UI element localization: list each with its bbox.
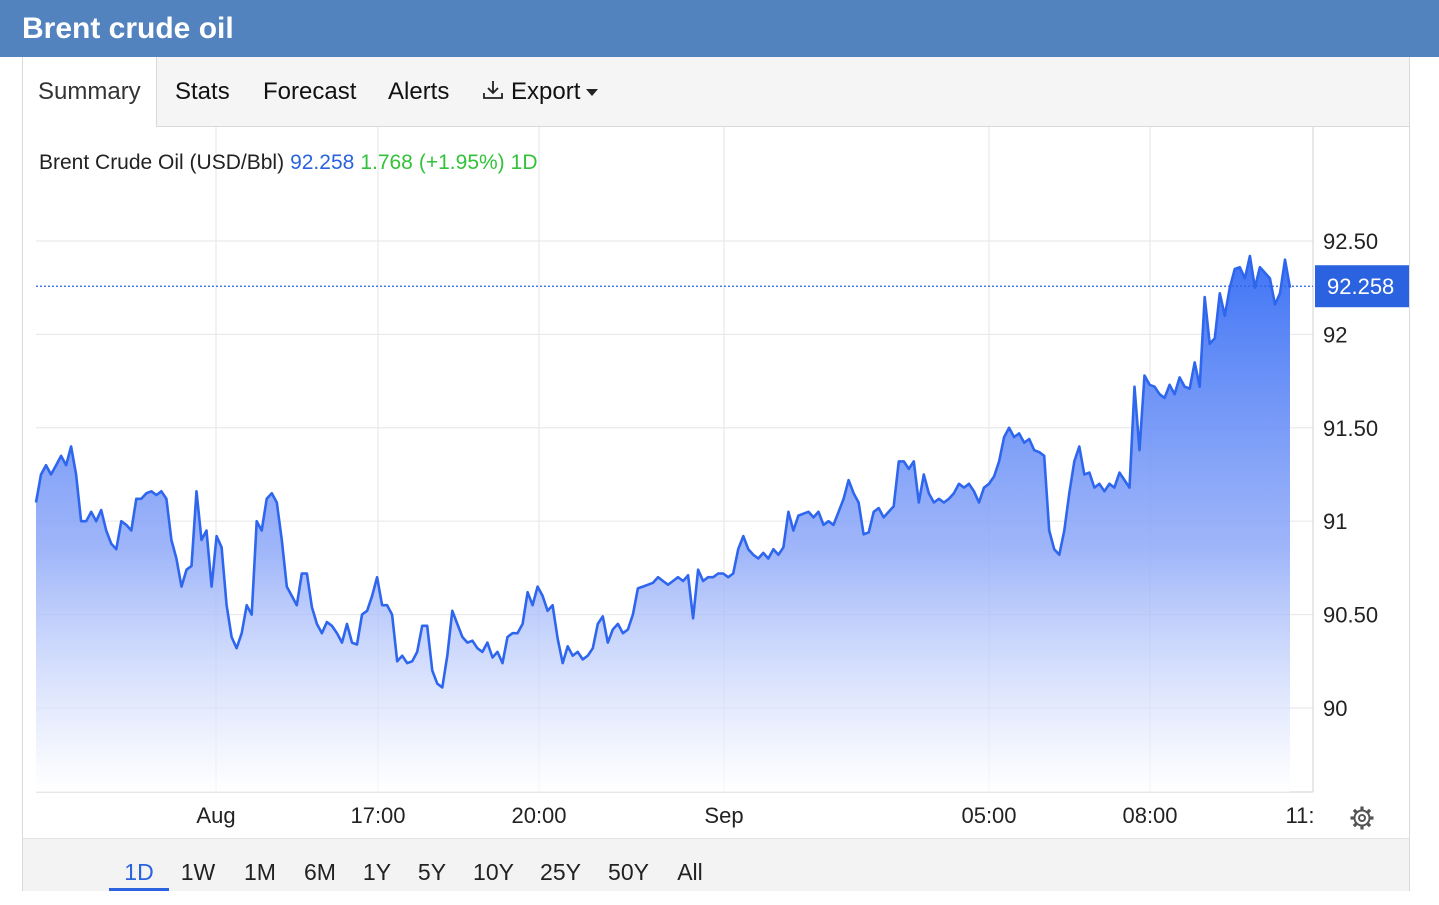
range-25y[interactable]: 25Y bbox=[538, 839, 583, 891]
range-1d[interactable]: 1D bbox=[109, 839, 169, 891]
x-tick-label: 17:00 bbox=[350, 803, 405, 828]
x-tick-label: 08:00 bbox=[1122, 803, 1177, 828]
price-area bbox=[36, 256, 1290, 792]
x-tick-label: 05:00 bbox=[961, 803, 1016, 828]
x-tick-label: Sep bbox=[704, 803, 743, 828]
range-1m[interactable]: 1M bbox=[240, 839, 280, 891]
instrument-name: Brent Crude Oil (USD/Bbl) bbox=[39, 151, 284, 174]
range-50y[interactable]: 50Y bbox=[606, 839, 651, 891]
x-tick-label: 20:00 bbox=[511, 803, 566, 828]
y-tick-label: 92.50 bbox=[1323, 229, 1378, 254]
last-price: 92.258 bbox=[290, 151, 354, 174]
price-change: 1.768 bbox=[360, 151, 413, 174]
y-tick-label: 90.50 bbox=[1323, 603, 1378, 628]
window-title: Brent crude oil bbox=[0, 0, 1439, 57]
chart-legend: Brent Crude Oil (USD/Bbl) 92.258 1.768 (+1.… bbox=[39, 151, 538, 174]
price-chart[interactable]: 92.50 92 91.50 91 90.50 90 Aug 17:00 20:00 Sep 05:… bbox=[23, 57, 1409, 838]
gear-icon[interactable] bbox=[1350, 806, 1374, 830]
range-selector: 1D 1W 1M 6M 1Y 5Y 10Y 25Y 50Y All bbox=[23, 838, 1409, 891]
y-tick-label: 90 bbox=[1323, 696, 1347, 721]
range-10y[interactable]: 10Y bbox=[471, 839, 516, 891]
range-1w[interactable]: 1W bbox=[178, 839, 218, 891]
range-6m[interactable]: 6M bbox=[300, 839, 340, 891]
x-tick-label: 11: bbox=[1286, 803, 1315, 828]
y-tick-label: 91 bbox=[1323, 509, 1347, 534]
x-tick-label: Aug bbox=[196, 803, 235, 828]
chart-card: Summary Stats Forecast Alerts Export 92.… bbox=[22, 57, 1410, 891]
price-change-pct: (+1.95%) bbox=[419, 151, 505, 174]
range-1y[interactable]: 1Y bbox=[361, 839, 393, 891]
y-tick-label: 92 bbox=[1323, 322, 1347, 347]
range-5y[interactable]: 5Y bbox=[416, 839, 448, 891]
range-all[interactable]: All bbox=[675, 839, 705, 891]
y-tick-label: 91.50 bbox=[1323, 416, 1378, 441]
last-price-label: 92.258 bbox=[1327, 274, 1394, 299]
period-label: 1D bbox=[511, 151, 538, 174]
